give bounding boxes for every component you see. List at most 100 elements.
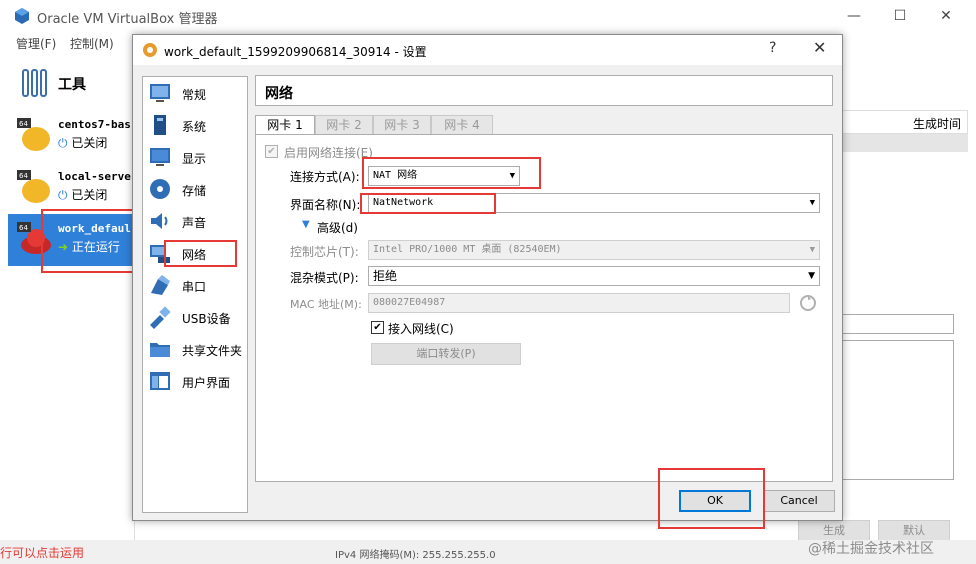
close-window-button[interactable]: ✕ (926, 4, 966, 28)
category-audio[interactable]: 声音 (146, 205, 246, 237)
enable-adapter-label: 启用网络连接(E) (284, 146, 373, 160)
vm-item-local-server[interactable]: 64 local-serve ⏻ 已关闭 (8, 162, 135, 214)
column-created-time: 生成时间 (913, 117, 962, 131)
dialog-title: work_default_1599209906814_30914 - 设置 (164, 45, 427, 59)
help-button[interactable]: ? (769, 40, 776, 56)
mac-address-field[interactable]: 080027E04987 (368, 293, 790, 313)
tab-adapter-2[interactable]: 网卡 2 (315, 115, 373, 135)
promiscuous-mode-select[interactable]: 拒绝 ▼ (368, 266, 820, 286)
category-list: 常规 系统 显示 存储 声音 网络 串口 USB设备 共享文件夹 用户界面 (142, 76, 248, 513)
category-usb[interactable]: USB设备 (146, 301, 246, 333)
vm-os-icon: 64 (17, 118, 50, 151)
annotation-box-attach (362, 157, 541, 189)
power-off-icon: ⏻ (58, 136, 68, 150)
vm-status: ⏻ 已关闭 (58, 136, 108, 150)
main-titlebar: Oracle VM VirtualBox 管理器 — ☐ ✕ (0, 0, 976, 32)
settings-dialog: work_default_1599209906814_30914 - 设置 ? … (132, 34, 843, 529)
details-field[interactable] (842, 314, 954, 334)
category-system[interactable]: 系统 (146, 109, 246, 141)
refresh-mac-icon[interactable] (799, 294, 817, 312)
adapter-type-label: 控制芯片(T): (290, 245, 359, 259)
enable-adapter-checkbox[interactable]: ✔ (265, 145, 278, 158)
advanced-expand-icon[interactable]: ▼ (302, 219, 310, 230)
menu-file[interactable]: 管理(F) (16, 35, 56, 52)
annotation-box-network (164, 240, 237, 267)
category-display[interactable]: 显示 (146, 141, 246, 173)
serial-port-icon (151, 275, 170, 295)
tab-adapter-4[interactable]: 网卡 4 (431, 115, 493, 135)
category-label: 串口 (182, 280, 207, 294)
vm-name: local-serve (58, 170, 131, 183)
category-label: 用户界面 (182, 376, 231, 390)
adapter-panel: ✔ 启用网络连接(E) 连接方式(A): NAT 网络 ▼ 界面名称(N): Na… (255, 134, 833, 482)
usb-icon (150, 306, 171, 329)
power-off-icon: ⏻ (58, 188, 68, 202)
interface-name-label: 界面名称(N): (290, 198, 361, 212)
category-label: 系统 (182, 120, 207, 134)
category-serial-port[interactable]: 串口 (146, 269, 246, 301)
port-forwarding-button[interactable]: 端口转发(P) (371, 343, 521, 365)
annotation-box-interface (360, 193, 496, 214)
category-label: 显示 (182, 152, 207, 166)
tools-icon (22, 69, 47, 97)
vm-name: centos7-bas (58, 118, 131, 131)
section-header: 网络 (255, 75, 833, 106)
svg-text:64: 64 (19, 224, 28, 232)
ipv4-mask-label: IPv4 网络掩码(M): 255.255.255.0 (335, 550, 496, 561)
chevron-down-icon: ▼ (808, 271, 815, 281)
vm-item-centos7[interactable]: 64 centos7-bas ⏻ 已关闭 (8, 110, 135, 162)
general-icon (150, 84, 170, 102)
virtualbox-logo-icon (15, 8, 29, 24)
category-label: 存储 (182, 184, 207, 198)
maximize-button[interactable]: ☐ (880, 4, 920, 28)
category-label: 常规 (182, 88, 207, 102)
vm-os-icon: 64 (17, 170, 50, 203)
chevron-down-icon: ▼ (809, 198, 815, 208)
adapter-type-select[interactable]: Intel PRO/1000 MT 桌面 (82540EM) ▼ (368, 240, 820, 260)
tab-adapter-3[interactable]: 网卡 3 (373, 115, 431, 135)
category-label: 共享文件夹 (182, 344, 243, 358)
column-header[interactable]: 生成时间 (842, 110, 968, 134)
svg-text:64: 64 (19, 120, 28, 128)
promiscuous-mode-label: 混杂模式(P): (290, 271, 359, 285)
dialog-close-button[interactable]: ✕ (813, 38, 826, 57)
audio-icon (151, 213, 168, 229)
advanced-label[interactable]: 高级(d) (317, 219, 358, 236)
annotation-box-vm (41, 209, 134, 273)
vm-list: 工具 64 centos7-bas ⏻ 已关闭 64 local-serve ⏻… (0, 54, 135, 564)
dialog-titlebar: work_default_1599209906814_30914 - 设置 ? … (133, 35, 842, 65)
main-window-title: Oracle VM VirtualBox 管理器 (37, 12, 218, 27)
minimize-button[interactable]: — (834, 4, 874, 28)
category-shared-folders[interactable]: 共享文件夹 (146, 333, 246, 365)
system-icon (154, 115, 166, 135)
category-label: 声音 (182, 216, 207, 230)
settings-gear-icon (143, 43, 157, 57)
menu-machine[interactable]: 控制(M) (70, 35, 114, 52)
vm-status: ⏻ 已关闭 (58, 188, 108, 202)
storage-icon (150, 179, 170, 199)
tab-adapter-1[interactable]: 网卡 1 (255, 115, 315, 136)
tools-label: 工具 (58, 77, 86, 93)
cable-connected-checkbox[interactable]: ✔ (371, 321, 384, 334)
attach-type-label: 连接方式(A): (290, 170, 360, 184)
mac-address-label: MAC 地址(M): (290, 298, 362, 311)
section-title: 网络 (265, 86, 293, 102)
display-icon (150, 148, 170, 166)
annotation-box-ok (658, 468, 765, 529)
bottom-note: 行可以点击运用 (0, 546, 85, 560)
details-textarea[interactable] (842, 340, 954, 480)
tools-item[interactable]: 工具 (8, 62, 135, 108)
shared-folder-icon (150, 343, 170, 357)
chevron-down-icon: ▼ (809, 245, 815, 255)
svg-text:64: 64 (19, 172, 28, 180)
cable-connected-label: 接入网线(C) (388, 322, 454, 336)
category-label: USB设备 (182, 312, 231, 326)
category-user-interface[interactable]: 用户界面 (146, 365, 246, 397)
watermark: @稀土掘金技术社区 (808, 541, 934, 557)
cancel-button[interactable]: Cancel (763, 490, 835, 512)
category-general[interactable]: 常规 (146, 77, 246, 109)
details-pane: 生成时间 生成 默认 (798, 54, 976, 564)
table-row[interactable] (842, 134, 968, 152)
user-interface-icon (150, 372, 170, 390)
category-storage[interactable]: 存储 (146, 173, 246, 205)
